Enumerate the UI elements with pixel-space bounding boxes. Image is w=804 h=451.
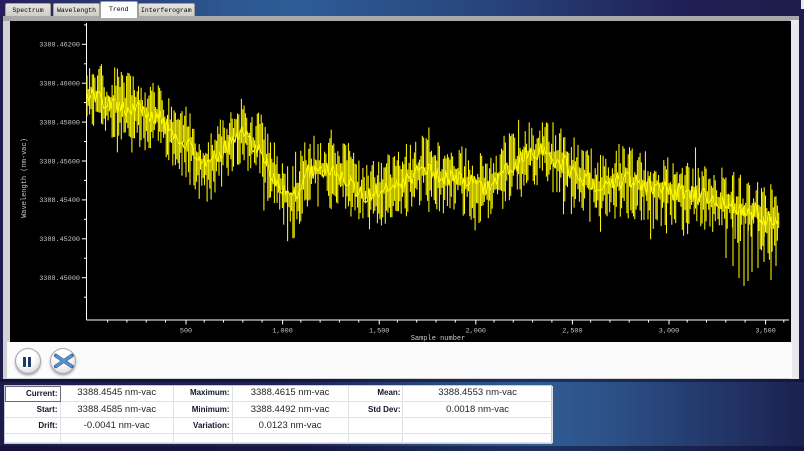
svg-text:3388.46200: 3388.46200 [39, 42, 80, 50]
svg-text:3388.45000: 3388.45000 [39, 275, 80, 283]
svg-text:3388.45600: 3388.45600 [39, 158, 80, 166]
svg-text:Sample number: Sample number [411, 335, 466, 342]
svg-text:3,500: 3,500 [755, 328, 775, 336]
svg-text:1,500: 1,500 [369, 328, 389, 336]
svg-text:3388.45800: 3388.45800 [39, 119, 80, 127]
svg-text:500: 500 [180, 328, 192, 336]
svg-text:2,500: 2,500 [562, 328, 582, 336]
svg-text:3388.45200: 3388.45200 [39, 236, 80, 244]
svg-text:2,000: 2,000 [466, 328, 486, 336]
svg-text:Wavelength (nm-vac): Wavelength (nm-vac) [21, 138, 29, 218]
svg-text:3388.45400: 3388.45400 [39, 197, 80, 205]
svg-text:3388.46000: 3388.46000 [39, 81, 80, 89]
svg-text:1,000: 1,000 [272, 328, 292, 336]
svg-text:3,000: 3,000 [659, 328, 679, 336]
